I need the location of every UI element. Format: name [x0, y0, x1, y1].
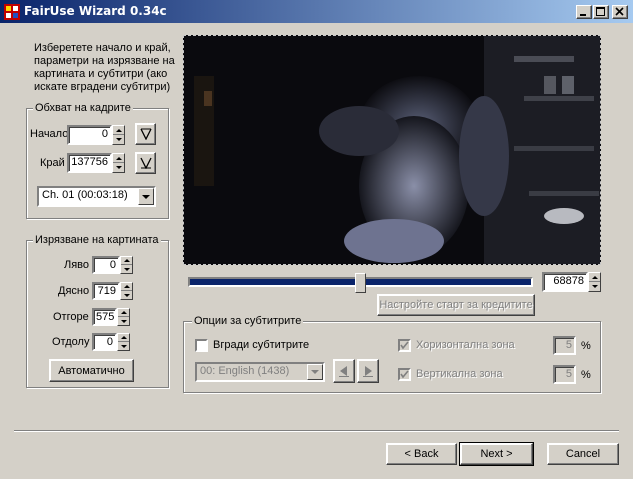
end-label: Край	[40, 157, 65, 169]
subtitle-track-select[interactable]: 00: English (1438)	[195, 362, 325, 382]
crop-bottom-spinner[interactable]	[117, 333, 130, 351]
next-button[interactable]: Next >	[459, 442, 534, 466]
frame-position-spinner[interactable]	[588, 272, 601, 292]
arrow-right-icon	[363, 366, 373, 377]
end-frame-input[interactable]: 137756	[67, 153, 112, 173]
spin-up-icon[interactable]	[113, 154, 124, 163]
cancel-button[interactable]: Cancel	[547, 443, 619, 465]
spin-up-icon[interactable]	[589, 273, 600, 282]
end-frame-spinner[interactable]	[112, 153, 125, 173]
spin-up-icon[interactable]	[121, 257, 132, 265]
embed-subtitles-label: Вгради субтитрите	[213, 339, 310, 351]
slider-thumb[interactable]	[355, 273, 366, 293]
vertical-zone-input[interactable]: 5	[553, 365, 576, 384]
set-marker-icon	[139, 157, 152, 169]
auto-crop-button[interactable]: Автоматично	[49, 359, 134, 382]
crop-left-label: Ляво	[64, 259, 90, 271]
minimize-button[interactable]	[576, 5, 592, 19]
crop-top-input[interactable]: 575	[92, 308, 117, 326]
spin-up-icon[interactable]	[118, 309, 129, 317]
close-icon	[615, 7, 624, 16]
wizard-window: FairUse Wizard 0.34c Изберетете начало и…	[0, 0, 633, 479]
title-bar[interactable]: FairUse Wizard 0.34c	[0, 0, 633, 23]
crop-top-label: Отгоре	[53, 311, 89, 323]
spin-down-icon[interactable]	[113, 163, 124, 172]
intro-text-line: параметри на изрязване на	[34, 55, 175, 67]
subtitle-track-value: 00: English (1438)	[200, 365, 290, 377]
horizontal-zone-unit: %	[581, 340, 591, 352]
window-title: FairUse Wizard 0.34c	[24, 4, 167, 18]
subtitle-options-title: Опции за субтитрите	[192, 315, 304, 327]
subtitle-options-group: Опции за субтитрите	[183, 315, 601, 393]
footer-divider	[14, 430, 619, 432]
horizontal-zone-label: Хоризонтална зона	[416, 339, 515, 351]
spin-down-icon[interactable]	[589, 282, 600, 291]
intro-text-line: картината и субтитри (ако	[34, 68, 168, 80]
chapter-select-value: Ch. 01 (00:03:18)	[42, 189, 128, 201]
set-credits-start-button[interactable]: Настройте старт за кредитите	[377, 294, 535, 316]
maximize-button[interactable]	[593, 5, 609, 19]
intro-text-line: Изберетете начало и край,	[34, 42, 171, 54]
embed-subtitles-checkbox[interactable]	[195, 339, 208, 352]
horizontal-zone-input[interactable]: 5	[553, 336, 576, 355]
crop-right-spinner[interactable]	[120, 282, 133, 300]
spin-down-icon[interactable]	[121, 291, 132, 299]
crop-left-input[interactable]: 0	[92, 256, 120, 274]
minimize-icon	[580, 14, 586, 16]
vertical-zone-unit: %	[581, 369, 591, 381]
crop-title: Изрязване на картината	[33, 234, 161, 246]
prev-subtitle-button[interactable]	[333, 359, 355, 383]
frame-range-title: Обхват на кадрите	[33, 102, 133, 114]
start-frame-spinner[interactable]	[112, 125, 125, 145]
crop-left-spinner[interactable]	[120, 256, 133, 274]
spin-down-icon[interactable]	[118, 342, 129, 350]
crop-top-spinner[interactable]	[117, 308, 130, 326]
check-icon	[400, 341, 409, 350]
video-preview[interactable]	[183, 35, 601, 265]
spin-up-icon[interactable]	[121, 283, 132, 291]
spin-down-icon[interactable]	[118, 317, 129, 325]
start-frame-input[interactable]: 0	[67, 125, 112, 145]
crop-bottom-label: Отдолу	[52, 336, 90, 348]
crop-bottom-input[interactable]: 0	[92, 333, 117, 351]
horizontal-zone-checkbox[interactable]	[398, 339, 411, 352]
back-button[interactable]: < Back	[386, 443, 457, 465]
crop-right-label: Дясно	[58, 285, 90, 297]
set-end-button[interactable]	[135, 152, 156, 174]
start-label: Начало	[30, 128, 69, 140]
crop-right-input[interactable]: 719	[92, 282, 120, 300]
chapter-select[interactable]: Ch. 01 (00:03:18)	[37, 186, 156, 207]
frame-slider[interactable]	[185, 273, 536, 293]
spin-up-icon[interactable]	[113, 126, 124, 135]
app-icon	[4, 4, 20, 20]
spin-down-icon[interactable]	[113, 135, 124, 144]
arrow-left-icon	[339, 366, 349, 377]
set-marker-icon	[139, 128, 152, 140]
vertical-zone-checkbox[interactable]	[398, 368, 411, 381]
frame-position-input[interactable]: 68878	[542, 272, 588, 292]
chevron-down-icon[interactable]	[307, 364, 323, 380]
video-frame-image	[184, 36, 600, 264]
next-subtitle-button[interactable]	[357, 359, 379, 383]
set-start-button[interactable]	[135, 123, 156, 145]
spin-up-icon[interactable]	[118, 334, 129, 342]
spin-down-icon[interactable]	[121, 265, 132, 273]
close-button[interactable]	[612, 5, 628, 19]
check-icon	[400, 370, 409, 379]
intro-text-line: искате вградени субтитри)	[34, 81, 171, 93]
vertical-zone-label: Вертикална зона	[416, 368, 503, 380]
maximize-icon	[596, 7, 605, 16]
chevron-down-icon[interactable]	[138, 188, 154, 205]
